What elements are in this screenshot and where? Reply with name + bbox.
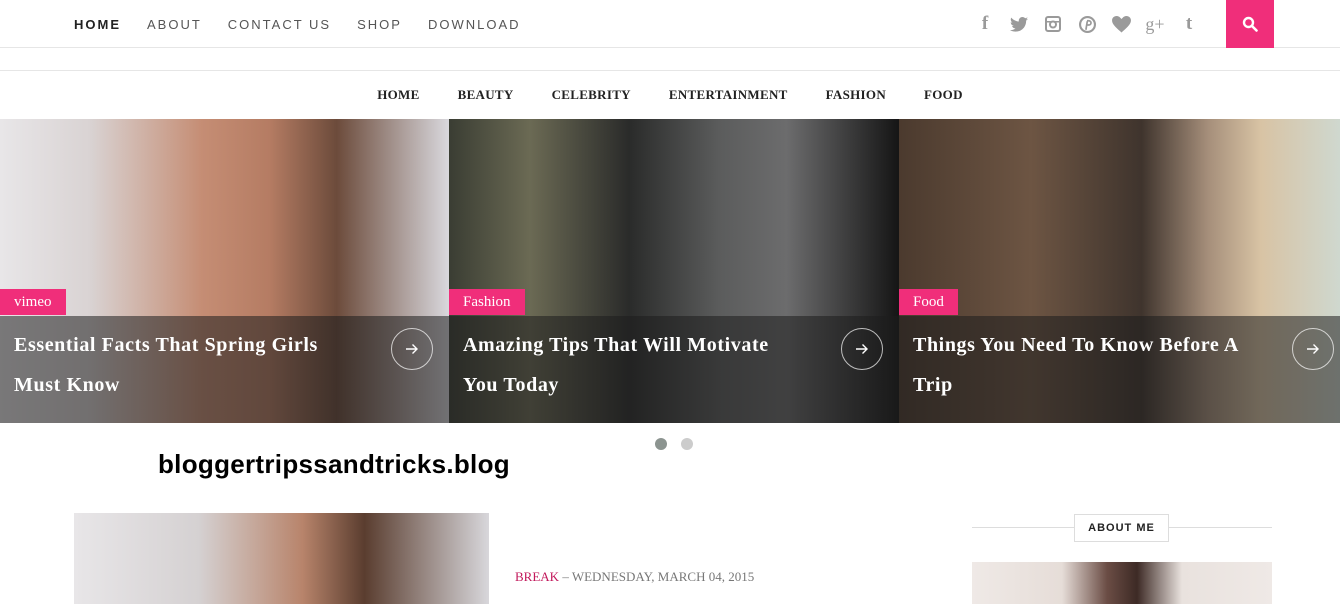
top-nav-home[interactable]: HOME bbox=[74, 17, 121, 32]
top-nav-about[interactable]: ABOUT bbox=[147, 17, 202, 32]
slide-title[interactable]: Essential Facts That Spring Girls Must K… bbox=[14, 325, 344, 405]
top-bar: HOME ABOUT CONTACT US SHOP DOWNLOAD f g+… bbox=[0, 0, 1340, 48]
watermark-text: bloggertripssandtricks.blog bbox=[158, 449, 510, 479]
social-links: f g+ t bbox=[968, 0, 1206, 48]
category-nav-entertainment[interactable]: ENTERTAINMENT bbox=[669, 87, 788, 103]
slide-title[interactable]: Amazing Tips That Will Motivate You Toda… bbox=[463, 325, 793, 405]
category-nav-food[interactable]: FOOD bbox=[924, 87, 963, 103]
arrow-right-icon bbox=[1307, 344, 1319, 354]
slide[interactable]: Food Things You Need To Know Before A Tr… bbox=[899, 119, 1340, 423]
search-button[interactable] bbox=[1226, 0, 1274, 48]
tumblr-icon[interactable]: t bbox=[1172, 0, 1206, 48]
category-nav-home[interactable]: HOME bbox=[377, 87, 419, 103]
slide-arrow-button[interactable] bbox=[841, 328, 883, 370]
post-date: WEDNESDAY, MARCH 04, 2015 bbox=[571, 569, 755, 584]
top-nav: HOME ABOUT CONTACT US SHOP DOWNLOAD bbox=[74, 0, 547, 48]
pinterest-icon[interactable] bbox=[1070, 0, 1104, 48]
search-icon bbox=[1242, 16, 1258, 32]
bloglovin-heart-icon[interactable] bbox=[1104, 0, 1138, 48]
slide-arrow-button[interactable] bbox=[1292, 328, 1334, 370]
category-nav-beauty[interactable]: BEAUTY bbox=[458, 87, 514, 103]
top-nav-shop[interactable]: SHOP bbox=[357, 17, 402, 32]
post-category-link[interactable]: BREAK bbox=[515, 569, 559, 584]
slide-title[interactable]: Things You Need To Know Before A Trip bbox=[913, 325, 1243, 405]
arrow-right-icon bbox=[406, 344, 418, 354]
top-nav-download[interactable]: DOWNLOAD bbox=[428, 17, 521, 32]
slide-category-tag[interactable]: vimeo bbox=[0, 289, 66, 315]
category-nav-celebrity[interactable]: CELEBRITY bbox=[552, 87, 631, 103]
slider-dot-active[interactable] bbox=[655, 438, 667, 450]
slide[interactable]: vimeo Essential Facts That Spring Girls … bbox=[0, 119, 449, 423]
post-meta: BREAK – WEDNESDAY, MARCH 04, 2015 bbox=[515, 569, 754, 585]
slide-category-tag[interactable]: Food bbox=[899, 289, 958, 315]
slide[interactable]: Fashion Amazing Tips That Will Motivate … bbox=[449, 119, 899, 423]
meta-separator: – bbox=[559, 569, 572, 584]
top-nav-contact[interactable]: CONTACT US bbox=[228, 17, 331, 32]
category-nav-fashion[interactable]: FASHION bbox=[826, 87, 886, 103]
slider-pagination bbox=[655, 438, 693, 450]
category-nav: HOME BEAUTY CELEBRITY ENTERTAINMENT FASH… bbox=[0, 70, 1340, 119]
twitter-icon[interactable] bbox=[1002, 0, 1036, 48]
facebook-icon[interactable]: f bbox=[968, 0, 1002, 48]
featured-slider: vimeo Essential Facts That Spring Girls … bbox=[0, 119, 1340, 423]
post-thumbnail[interactable] bbox=[74, 513, 489, 604]
slide-category-tag[interactable]: Fashion bbox=[449, 289, 525, 315]
arrow-right-icon bbox=[856, 344, 868, 354]
instagram-icon[interactable] bbox=[1036, 0, 1070, 48]
slider-dot[interactable] bbox=[681, 438, 693, 450]
slide-arrow-button[interactable] bbox=[391, 328, 433, 370]
about-me-heading: ABOUT ME bbox=[1074, 514, 1169, 542]
about-me-image bbox=[972, 562, 1272, 604]
google-plus-icon[interactable]: g+ bbox=[1138, 0, 1172, 48]
